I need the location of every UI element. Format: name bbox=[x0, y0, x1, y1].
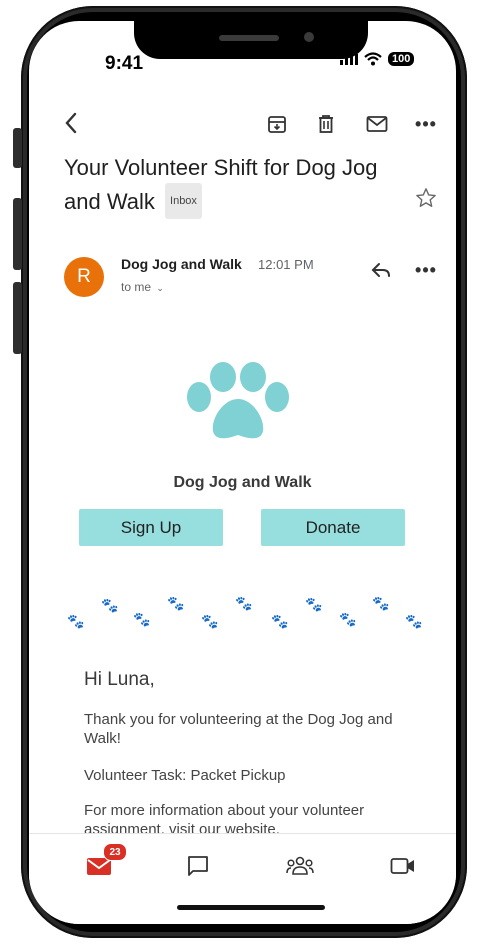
meet-icon[interactable] bbox=[389, 853, 417, 879]
pawprint-icon: 🐾 bbox=[372, 595, 390, 611]
org-name: Dog Jog and Walk bbox=[173, 474, 312, 491]
paw-logo-icon bbox=[187, 362, 289, 439]
mute-switch bbox=[13, 128, 22, 168]
recipient-text: to me bbox=[121, 280, 152, 294]
status-icons: 100 bbox=[340, 52, 415, 66]
greeting: Hi Luna, bbox=[84, 669, 155, 690]
body-paragraph: Thank you for volunteering at the Dog Jo… bbox=[84, 711, 393, 747]
body-paragraph: Volunteer Task: Packet Pickup bbox=[84, 767, 286, 784]
volume-down-button bbox=[13, 282, 22, 354]
home-indicator[interactable] bbox=[177, 905, 325, 910]
more-horizontal-icon[interactable]: ••• bbox=[415, 259, 437, 281]
pawprint-divider: 🐾 🐾 🐾 🐾 🐾 🐾 🐾 🐾 🐾 🐾 🐾 bbox=[61, 593, 431, 629]
chevron-down-icon: ⌄ bbox=[156, 283, 164, 293]
inbox-label[interactable]: Inbox bbox=[165, 183, 202, 220]
signup-button[interactable]: Sign Up bbox=[79, 509, 223, 546]
pawprint-icon: 🐾 bbox=[339, 611, 357, 627]
pawprint-icon: 🐾 bbox=[67, 613, 85, 629]
sent-time: 12:01 PM bbox=[258, 257, 314, 272]
pawprint-icon: 🐾 bbox=[305, 596, 323, 612]
notch bbox=[134, 21, 368, 59]
back-arrow-icon[interactable] bbox=[59, 111, 83, 135]
chat-icon[interactable] bbox=[185, 853, 211, 879]
speaker bbox=[219, 35, 279, 41]
trash-icon[interactable] bbox=[315, 113, 337, 135]
mail-icon[interactable] bbox=[365, 113, 389, 135]
subject-text: Your Volunteer Shift for Dog Jog and Wal… bbox=[64, 155, 378, 214]
signal-icon bbox=[340, 53, 358, 65]
wifi-icon bbox=[364, 52, 382, 66]
archive-icon[interactable] bbox=[266, 113, 288, 135]
pawprint-icon: 🐾 bbox=[167, 595, 185, 611]
status-time: 9:41 bbox=[105, 53, 144, 74]
screen: 9:41 100 ••• Your Volunteer Shift for Do… bbox=[29, 21, 456, 924]
email-subject: Your Volunteer Shift for Dog Jog and Wal… bbox=[64, 151, 404, 221]
volume-up-button bbox=[13, 198, 22, 270]
pawprint-icon: 🐾 bbox=[405, 613, 423, 629]
front-camera bbox=[304, 32, 314, 42]
pawprint-icon: 🐾 bbox=[235, 595, 253, 611]
battery-icon: 100 bbox=[388, 52, 415, 66]
spaces-icon[interactable] bbox=[285, 853, 315, 879]
star-icon[interactable] bbox=[414, 186, 438, 210]
more-horizontal-icon[interactable]: ••• bbox=[415, 113, 437, 135]
sender-avatar[interactable]: R bbox=[64, 257, 104, 297]
recipient-details[interactable]: to me ⌄ bbox=[121, 280, 164, 294]
sender-name: Dog Jog and Walk bbox=[121, 256, 242, 272]
unread-badge: 23 bbox=[103, 843, 127, 861]
pawprint-icon: 🐾 bbox=[133, 611, 151, 627]
reply-icon[interactable] bbox=[369, 259, 393, 281]
pawprint-icon: 🐾 bbox=[101, 597, 119, 613]
pawprint-icon: 🐾 bbox=[271, 613, 289, 629]
donate-button[interactable]: Donate bbox=[261, 509, 405, 546]
pawprint-icon: 🐾 bbox=[201, 613, 219, 629]
